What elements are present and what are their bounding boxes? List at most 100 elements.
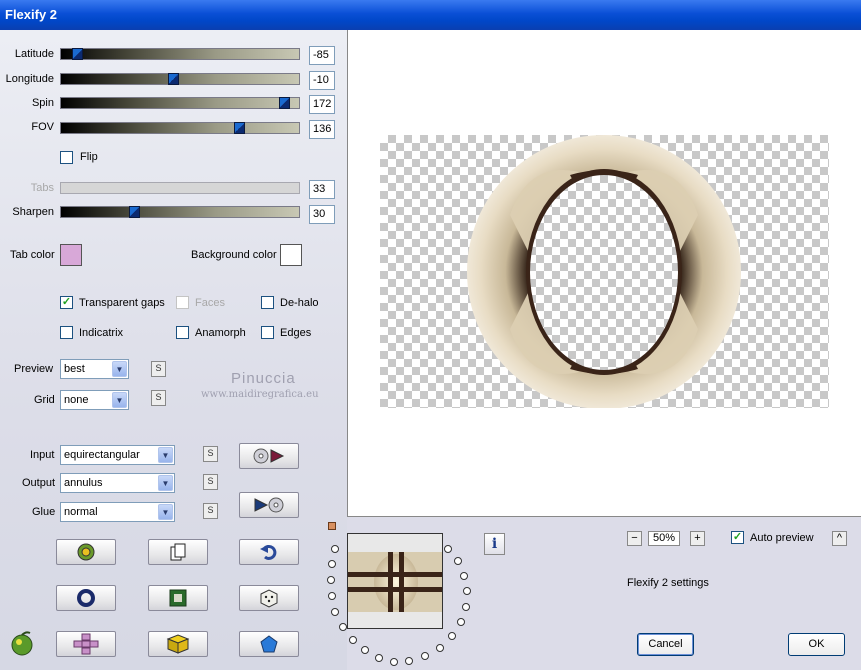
preview-select-value: best: [64, 363, 85, 375]
collapse-button[interactable]: ^: [832, 531, 847, 546]
input-save-button[interactable]: S: [203, 446, 218, 462]
transparent-gaps-label: Transparent gaps: [79, 297, 165, 309]
longitude-slider-thumb[interactable]: [168, 73, 179, 85]
longitude-input[interactable]: -10: [309, 71, 335, 90]
indicatrix-label: Indicatrix: [79, 327, 124, 339]
load-output-button[interactable]: [239, 492, 299, 518]
navigator-dot: [331, 545, 339, 553]
navigator-thumbnail[interactable]: [347, 533, 443, 629]
sharpen-slider-thumb[interactable]: [129, 206, 140, 218]
output-label: Output: [22, 477, 56, 489]
spin-slider-thumb[interactable]: [279, 97, 290, 109]
navigator-dot: [405, 657, 413, 665]
grid-label: Grid: [34, 394, 55, 406]
random-dice-button[interactable]: [239, 585, 299, 611]
zoom-level: 50%: [648, 531, 680, 546]
fov-slider-thumb[interactable]: [234, 122, 245, 134]
chevron-down-icon[interactable]: ▼: [112, 361, 127, 377]
navigator-dot: [339, 623, 347, 631]
dice-icon: [260, 589, 278, 608]
navigator-handle[interactable]: [328, 522, 336, 530]
anamorph-checkbox[interactable]: [176, 326, 189, 339]
fov-input[interactable]: 136: [309, 120, 335, 139]
preview-save-button[interactable]: S: [151, 361, 166, 377]
tabs-slider: [60, 182, 300, 194]
glue-save-button[interactable]: S: [203, 503, 218, 519]
zoom-in-button[interactable]: +: [690, 531, 705, 546]
output-save-button[interactable]: S: [203, 474, 218, 490]
tab-color-swatch[interactable]: [60, 244, 82, 266]
output-select[interactable]: annulus ▼: [60, 473, 175, 493]
navigator-dot: [375, 654, 383, 662]
navigator-dot: [328, 592, 336, 600]
load-input-button[interactable]: [239, 443, 299, 469]
ok-button[interactable]: OK: [788, 633, 845, 656]
cube-icon: [166, 634, 190, 654]
longitude-slider[interactable]: [60, 73, 300, 85]
play-disc-icon: [254, 497, 284, 513]
navigator-dot: [361, 646, 369, 654]
ring-shape-button[interactable]: [56, 585, 116, 611]
spin-input[interactable]: 172: [309, 95, 335, 114]
background-color-swatch[interactable]: [280, 244, 302, 266]
faces-label: Faces: [195, 297, 225, 309]
latitude-slider-thumb[interactable]: [72, 48, 83, 60]
indicatrix-checkbox[interactable]: [60, 326, 73, 339]
paint-bucket-icon: [77, 543, 95, 561]
frame-button[interactable]: [148, 585, 208, 611]
auto-preview-checkbox[interactable]: ✓: [731, 531, 744, 544]
navigator-dot: [463, 587, 471, 595]
cube-button[interactable]: [148, 631, 208, 657]
latitude-slider[interactable]: [60, 48, 300, 60]
ring-icon: [77, 589, 95, 607]
navigator-dot: [454, 557, 462, 565]
de-halo-checkbox[interactable]: [261, 296, 274, 309]
chevron-down-icon[interactable]: ▼: [112, 392, 127, 408]
navigator-dot: [331, 608, 339, 616]
chevron-down-icon[interactable]: ▼: [158, 504, 173, 520]
chevron-down-icon[interactable]: ▼: [158, 475, 173, 491]
glue-select[interactable]: normal ▼: [60, 502, 175, 522]
glue-label: Glue: [32, 506, 56, 518]
tab-color-label: Tab color: [10, 249, 55, 261]
plus-shape-button[interactable]: [56, 631, 116, 657]
grid-select[interactable]: none ▼: [60, 390, 129, 410]
preview-select[interactable]: best ▼: [60, 359, 129, 379]
navigator-dot: [457, 618, 465, 626]
navigator-dot: [444, 545, 452, 553]
navigator-dot: [460, 572, 468, 580]
spin-slider[interactable]: [60, 97, 300, 109]
transparent-gaps-checkbox[interactable]: ✓: [60, 296, 73, 309]
zoom-out-button[interactable]: −: [627, 531, 642, 546]
annulus-hole: [530, 175, 678, 370]
tabs-input[interactable]: 33: [309, 180, 335, 199]
info-button[interactable]: i: [484, 533, 505, 555]
anamorph-label: Anamorph: [195, 327, 246, 339]
fov-slider[interactable]: [60, 122, 300, 134]
chevron-down-icon[interactable]: ▼: [158, 447, 173, 463]
latitude-input[interactable]: -85: [309, 46, 335, 65]
undo-button[interactable]: [239, 539, 299, 565]
input-select-value: equirectangular: [64, 449, 140, 461]
grid-save-button[interactable]: S: [151, 390, 166, 406]
randomize-colors-button[interactable]: [56, 539, 116, 565]
input-select[interactable]: equirectangular ▼: [60, 445, 175, 465]
spin-label: Spin: [31, 97, 54, 109]
flip-checkbox[interactable]: [60, 151, 73, 164]
preview-label: Preview: [14, 363, 54, 375]
pentagon-button[interactable]: [239, 631, 299, 657]
flip-label: Flip: [80, 151, 98, 163]
navigator-dot: [448, 632, 456, 640]
copy-button[interactable]: [148, 539, 208, 565]
watermark-site: www.maidiregrafica.eu: [201, 389, 319, 400]
sharpen-input[interactable]: 30: [309, 205, 335, 224]
undo-arrow-icon: [260, 544, 277, 560]
sharpen-slider[interactable]: [60, 206, 300, 218]
input-label: Input: [30, 449, 55, 461]
edges-checkbox[interactable]: [261, 326, 274, 339]
frame-icon: [169, 589, 187, 607]
navigator-dot: [327, 576, 335, 584]
cancel-button[interactable]: Cancel: [637, 633, 694, 656]
navigator-dot: [349, 636, 357, 644]
info-icon: i: [491, 536, 498, 552]
